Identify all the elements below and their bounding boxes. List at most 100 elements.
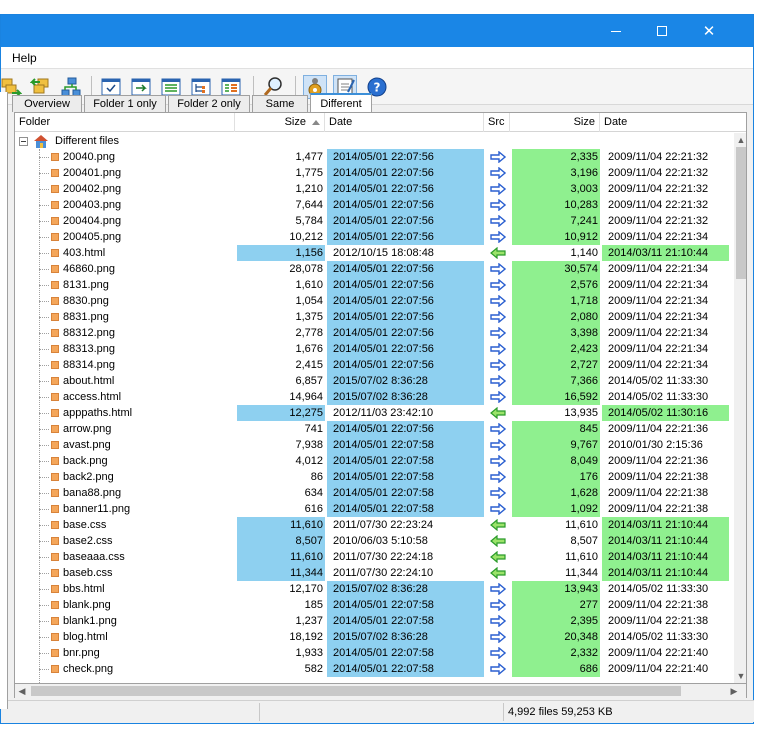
col-size2[interactable]: Size [510,113,600,132]
table-row[interactable]: access.html 14,964 2015/07/02 8:36:28 16,59… [15,389,735,405]
file-name: 88312.png [63,327,115,339]
src-direction[interactable] [486,309,510,325]
group-row[interactable]: Different files [15,133,735,149]
tab-same[interactable]: Same [252,95,308,112]
file-name: banner11.png [63,503,131,515]
src-direction[interactable] [486,661,510,677]
vertical-scrollbar[interactable]: ▲ ▼ [734,133,746,683]
src-direction[interactable] [486,453,510,469]
maximize-button[interactable] [639,15,685,47]
src-direction[interactable] [486,565,510,581]
table-row[interactable]: apppaths.html 12,275 2012/11/03 23:42:10 13… [15,405,735,421]
minimize-button[interactable] [593,15,639,47]
table-row[interactable]: bana88.png 634 2014/05/01 22:07:58 1,628 200… [15,485,735,501]
folder-tree-panel[interactable] [0,92,8,709]
table-row[interactable]: 88314.png 2,415 2014/05/01 22:07:56 2,727 20… [15,357,735,373]
src-direction[interactable] [486,341,510,357]
src-direction[interactable] [486,517,510,533]
src-direction[interactable] [486,165,510,181]
collapse-icon[interactable] [19,137,28,146]
table-row[interactable]: arrow.png 741 2014/05/01 22:07:56 845 2009/1… [15,421,735,437]
src-direction[interactable] [486,357,510,373]
src-direction[interactable] [486,197,510,213]
horizontal-scrollbar[interactable]: ◀ ▶ [14,684,747,698]
src-direction[interactable] [486,437,510,453]
src-direction[interactable] [486,373,510,389]
table-row[interactable]: 88313.png 1,676 2014/05/01 22:07:56 2,423 20… [15,341,735,357]
src-direction[interactable] [486,613,510,629]
src-direction[interactable] [486,389,510,405]
table-row[interactable]: 46860.png 28,078 2014/05/01 22:07:56 30,574… [15,261,735,277]
scroll-left-icon[interactable]: ◀ [15,684,29,698]
table-row[interactable]: banner11.png 616 2014/05/01 22:07:58 1,092 2… [15,501,735,517]
table-row[interactable]: 8131.png 1,610 2014/05/01 22:07:56 2,576 200… [15,277,735,293]
horizontal-scroll-thumb[interactable] [31,686,681,696]
table-row[interactable]: 403.html 1,156 2012/10/15 18:08:48 1,140 201… [15,245,735,261]
table-row[interactable]: blank.png 185 2014/05/01 22:07:58 277 2009/1… [15,597,735,613]
src-direction[interactable] [486,581,510,597]
col-size1[interactable]: Size [235,113,325,132]
table-row[interactable]: 200402.png 1,210 2014/05/01 22:07:56 3,003 2… [15,181,735,197]
col-folder[interactable]: Folder [15,113,235,132]
col-date1[interactable]: Date [325,113,484,132]
col-date2[interactable]: Date [600,113,734,132]
src-direction[interactable] [486,629,510,645]
vertical-scroll-thumb[interactable] [736,147,746,279]
tab-overview[interactable]: Overview [12,95,82,112]
src-direction[interactable] [486,421,510,437]
left-size: 185 [304,599,323,611]
src-direction[interactable] [486,469,510,485]
tab-folder2-only[interactable]: Folder 2 only [168,95,250,112]
table-row[interactable]: 200404.png 5,784 2014/05/01 22:07:56 7,241 2… [15,213,735,229]
src-direction[interactable] [486,261,510,277]
src-direction[interactable] [486,277,510,293]
src-direction[interactable] [486,229,510,245]
src-direction[interactable] [486,501,510,517]
src-direction[interactable] [486,149,510,165]
scroll-down-icon[interactable]: ▼ [734,669,746,683]
src-direction[interactable] [486,293,510,309]
table-row[interactable]: 88312.png 2,778 2014/05/01 22:07:56 3,398 20… [15,325,735,341]
table-row[interactable]: bnr.png 1,933 2014/05/01 22:07:58 2,332 2009… [15,645,735,661]
scroll-right-icon[interactable]: ▶ [727,684,741,698]
table-row[interactable]: avast.png 7,938 2014/05/01 22:07:58 9,767 20… [15,437,735,453]
table-row[interactable]: blank1.png 1,237 2014/05/01 22:07:58 2,395 2… [15,613,735,629]
table-row[interactable]: about.html 6,857 2015/07/02 8:36:28 7,366 20… [15,373,735,389]
src-direction[interactable] [486,245,510,261]
table-row[interactable]: baseb.css 11,344 2011/07/30 22:24:10 11,344… [15,565,735,581]
src-direction[interactable] [486,213,510,229]
src-direction[interactable] [486,645,510,661]
scroll-up-icon[interactable]: ▲ [734,133,746,147]
table-row[interactable]: bbs.html 12,170 2015/07/02 8:36:28 13,943 20… [15,581,735,597]
src-direction[interactable] [486,181,510,197]
src-direction[interactable] [486,325,510,341]
table-row[interactable]: check.png 582 2014/05/01 22:07:58 686 2009/1… [15,661,735,677]
table-row[interactable]: base2.css 8,507 2010/06/03 5:10:58 8,507 201… [15,533,735,549]
table-row[interactable]: 200401.png 1,775 2014/05/01 22:07:56 3,196 2… [15,165,735,181]
copy-right-arrow-icon [490,151,506,163]
src-direction[interactable] [486,597,510,613]
table-row[interactable]: back.png 4,012 2014/05/01 22:07:58 8,049 200… [15,453,735,469]
right-date: 2014/03/11 21:10:44 [602,533,729,549]
menu-help[interactable]: Help [12,51,37,65]
table-row[interactable]: baseaaa.css 11,610 2011/07/30 22:24:18 11,6… [15,549,735,565]
file-icon [51,265,59,273]
status-panel-left [8,703,260,721]
table-row[interactable]: 20040.png 1,477 2014/05/01 22:07:56 2,335 20… [15,149,735,165]
tab-different[interactable]: Different [310,93,372,112]
column-header: Folder Size Date Src Size Date [15,113,746,132]
table-row[interactable]: back2.png 86 2014/05/01 22:07:58 176 2009/11… [15,469,735,485]
close-button[interactable]: ✕ [686,15,732,47]
table-row[interactable]: base.css 11,610 2011/07/30 22:23:24 11,610 2… [15,517,735,533]
table-row[interactable]: blog.html 18,192 2015/07/02 8:36:28 20,348 2… [15,629,735,645]
src-direction[interactable] [486,549,510,565]
src-direction[interactable] [486,533,510,549]
src-direction[interactable] [486,485,510,501]
table-row[interactable]: 8830.png 1,054 2014/05/01 22:07:56 1,718 200… [15,293,735,309]
table-row[interactable]: 8831.png 1,375 2014/05/01 22:07:56 2,080 200… [15,309,735,325]
table-row[interactable]: 200405.png 10,212 2014/05/01 22:07:56 10,91… [15,229,735,245]
tab-folder1-only[interactable]: Folder 1 only [84,95,166,112]
table-row[interactable]: 200403.png 7,644 2014/05/01 22:07:56 10,283… [15,197,735,213]
src-direction[interactable] [486,405,510,421]
col-src[interactable]: Src [484,113,510,132]
